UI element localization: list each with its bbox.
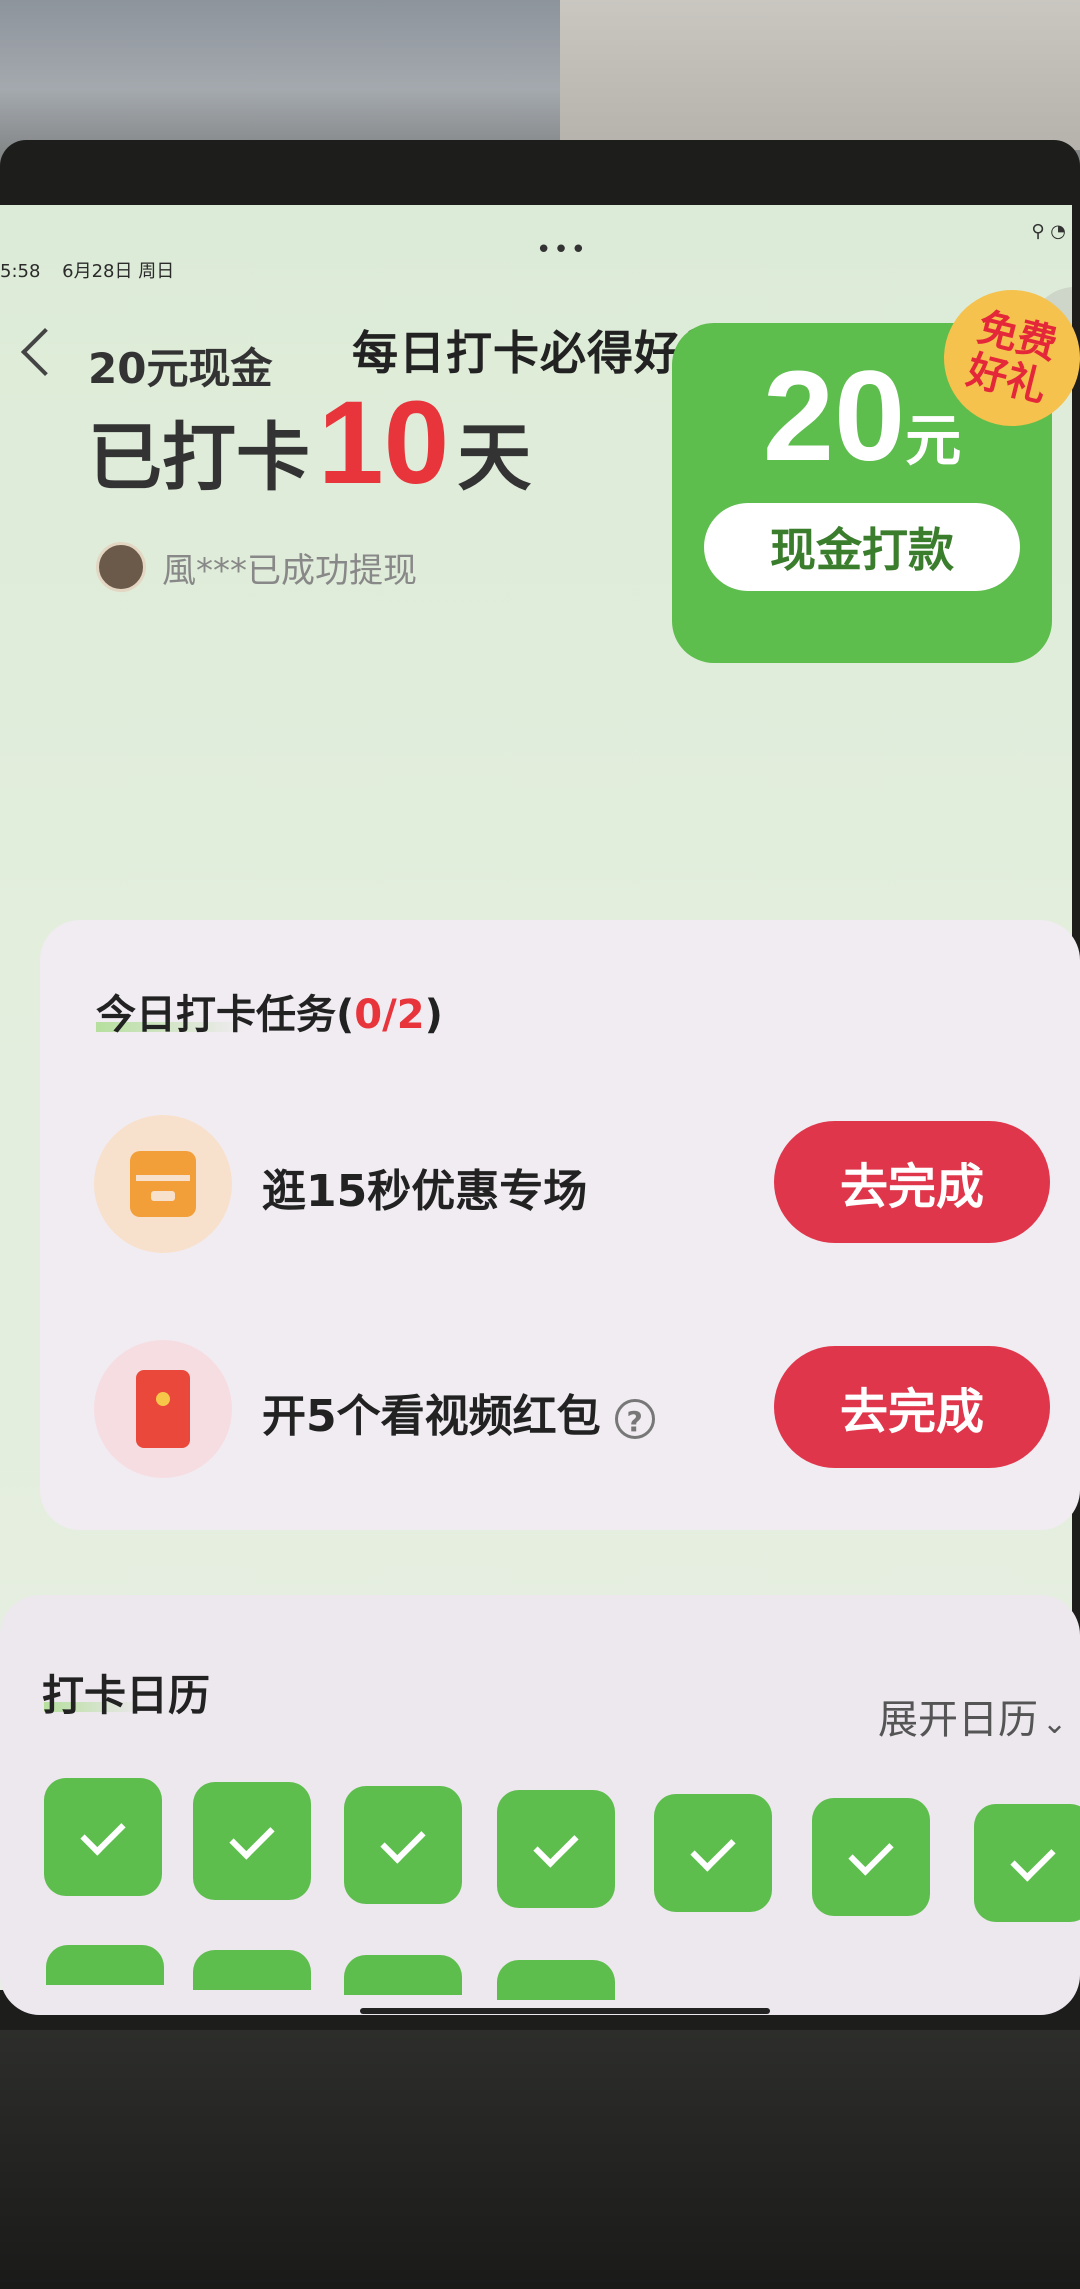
task-title: 今日打卡任务(0/2) <box>96 982 443 1040</box>
status-date: 6月28日 周日 <box>62 261 175 282</box>
withdraw-text: 風***已成功提现 <box>162 550 417 591</box>
status-bar: 5:58 6月28日 周日 <box>0 257 174 283</box>
task-label-text: 开5个看视频红包 <box>262 1391 601 1442</box>
task-title-text: 今日打卡任务( <box>96 992 355 1038</box>
check-icon <box>848 1830 894 1876</box>
check-icon <box>1010 1836 1056 1882</box>
task-item-browse: 逛15秒优惠专场 去完成 <box>94 1115 1074 1255</box>
calendar-title: 打卡日历 <box>42 1671 211 1720</box>
more-dots-icon[interactable]: ••• <box>536 235 588 265</box>
desk-surface <box>0 2030 1080 2289</box>
reward-number: 20 <box>762 345 906 488</box>
home-indicator[interactable] <box>360 2008 770 2014</box>
calendar-day-checked <box>812 1798 930 1916</box>
complete-task-button[interactable]: 去完成 <box>774 1346 1050 1468</box>
task-item-red-packet: 开5个看视频红包? 去完成 <box>94 1340 1074 1480</box>
calendar-day-checked <box>497 1960 615 2000</box>
calendar-day-checked <box>497 1790 615 1908</box>
calendar-day-checked <box>344 1786 462 1904</box>
expand-calendar-button[interactable]: 展开日历 ⌄ <box>878 1687 1067 1745</box>
task-label: 开5个看视频红包? <box>262 1380 655 1444</box>
calendar-day-checked <box>46 1945 164 1985</box>
complete-task-button[interactable]: 去完成 <box>774 1121 1050 1243</box>
checkin-count: 已打卡 10 天 <box>88 375 531 511</box>
checkin-suffix: 天 <box>457 415 532 501</box>
task-label: 逛15秒优惠专场 <box>262 1166 588 1217</box>
calendar-day-checked <box>193 1950 311 1990</box>
calendar-day-checked <box>344 1955 462 1995</box>
avatar <box>96 542 146 592</box>
check-icon <box>533 1822 579 1868</box>
calendar-day-checked <box>974 1804 1080 1922</box>
shop-icon <box>94 1115 232 1253</box>
checkin-prefix: 已打卡 <box>88 415 310 501</box>
check-icon <box>690 1826 736 1872</box>
red-packet-icon <box>94 1340 232 1478</box>
chevron-down-icon: ⌄ <box>1042 1706 1068 1741</box>
status-time: 5:58 <box>0 261 41 282</box>
network-status-icon: ⚲ ◔ <box>1031 221 1066 242</box>
help-icon[interactable]: ? <box>614 1399 655 1439</box>
expand-calendar-label: 展开日历 <box>878 1697 1038 1743</box>
calendar-day-checked <box>654 1794 772 1912</box>
calendar-day-checked <box>193 1782 311 1900</box>
check-icon <box>80 1810 126 1856</box>
check-icon <box>380 1818 426 1864</box>
checkin-days: 10 <box>318 377 450 509</box>
reward-unit: 元 <box>905 409 962 474</box>
task-title-close: ) <box>424 992 443 1038</box>
calendar-day-checked <box>44 1778 162 1896</box>
task-progress: 0/2 <box>354 992 425 1038</box>
check-icon <box>229 1814 275 1860</box>
cash-payout-button[interactable]: 现金打款 <box>704 503 1020 591</box>
withdraw-ticker: 風***已成功提现 <box>96 542 417 592</box>
